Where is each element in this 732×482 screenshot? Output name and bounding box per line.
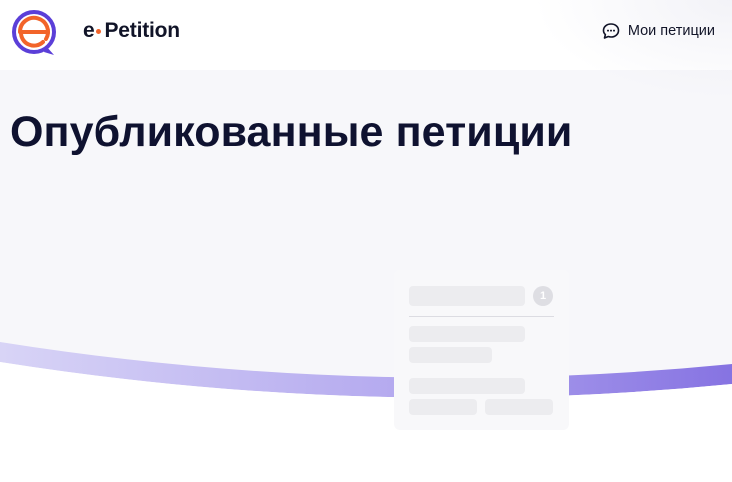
- skeleton-text-line: [485, 399, 553, 415]
- skeleton-text-line: [409, 326, 525, 342]
- site-header: e Petition Мои петиции: [0, 0, 732, 100]
- brand-name[interactable]: e Petition: [83, 19, 180, 43]
- skeleton-divider: [409, 316, 554, 317]
- skeleton-title-line: [409, 286, 525, 306]
- page: e Petition Мои петиции Опубликованные пе…: [0, 0, 732, 482]
- skeleton-count-badge: 1: [533, 286, 553, 306]
- skeleton-text-line: [409, 399, 477, 415]
- my-petitions-label: Мои петиции: [627, 23, 715, 39]
- decorative-wave: [0, 342, 732, 482]
- skeleton-text-line: [409, 378, 525, 394]
- epetition-logo-icon[interactable]: [10, 8, 62, 60]
- brand-dot-icon: [96, 28, 102, 34]
- chat-bubble-icon: [602, 23, 620, 39]
- petition-card-skeleton: 1: [394, 270, 569, 430]
- brand-prefix: e: [83, 19, 95, 42]
- brand-label: Petition: [104, 19, 180, 42]
- page-title: Опубликованные петиции: [10, 108, 573, 156]
- my-petitions-link[interactable]: Мои петиции: [602, 22, 715, 40]
- skeleton-text-line: [409, 347, 492, 363]
